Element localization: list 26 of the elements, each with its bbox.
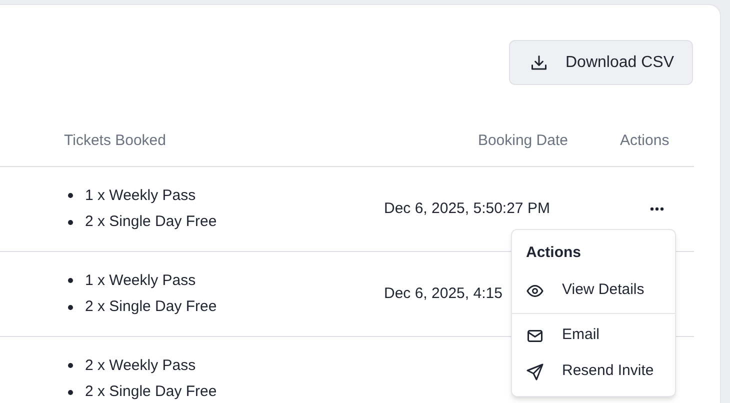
column-header: Actions (620, 132, 670, 150)
booking-date: Dec 6, 2025, 5:50:27 PM (384, 200, 550, 217)
bullet-icon (68, 220, 73, 225)
menu-item[interactable]: View Details (512, 272, 675, 308)
more-icon (650, 207, 664, 211)
ticket-item: 1 x Weekly Pass (85, 186, 196, 206)
ticket-item: 2 x Single Day Free (85, 297, 217, 317)
booking-date: Dec 6, 2025, 4:15 (384, 284, 502, 302)
bullet-icon (68, 193, 73, 198)
column-header: Tickets Booked (64, 132, 166, 150)
menu-item[interactable]: Email (512, 318, 675, 354)
bullet-icon (68, 278, 73, 284)
download-icon (530, 54, 548, 72)
ticket-item: 1 x Weekly Pass (85, 270, 196, 290)
more-options-button[interactable] (648, 205, 666, 213)
send-icon (526, 362, 544, 380)
column-header: Booking Date (478, 131, 568, 152)
ticket-item: 2 x Single Day Free (85, 382, 217, 402)
ticket-item: 2 x Weekly Pass (85, 356, 196, 376)
download-csv-button[interactable]: Download CSV (508, 40, 693, 85)
menu-title: Actions (525, 243, 582, 263)
menu-item[interactable]: Resend Invite (512, 354, 675, 390)
bullet-icon (68, 363, 73, 368)
ticket-item: 2 x Single Day Free (85, 212, 217, 232)
bullet-icon (68, 304, 73, 310)
bullet-icon (68, 390, 73, 395)
